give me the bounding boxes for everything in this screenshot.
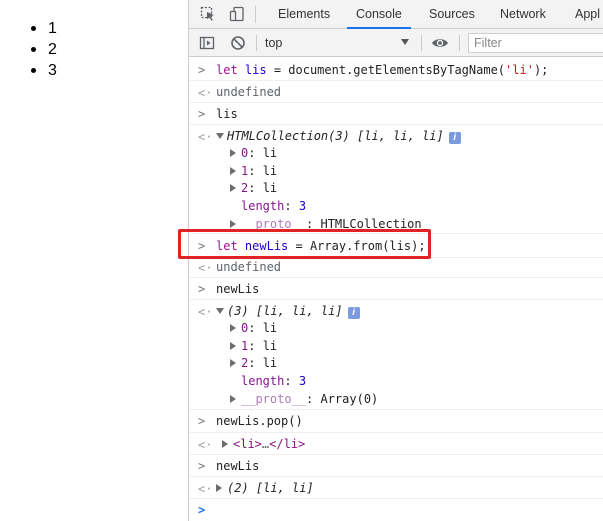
result-arrow-icon: <· bbox=[198, 438, 213, 452]
result-arrow-icon: <· bbox=[198, 261, 213, 275]
prompt-caret-icon: > bbox=[198, 503, 206, 517]
eye-icon[interactable] bbox=[431, 35, 448, 51]
result-arrow-icon: <· bbox=[198, 305, 213, 319]
tab-application[interactable]: Appl bbox=[575, 0, 600, 28]
property-row[interactable]: 2: li bbox=[189, 355, 603, 373]
console-result-line: <· (3) [li, li, li] i bbox=[189, 299, 603, 320]
prompt-chevron-icon: > bbox=[198, 63, 206, 77]
console-input-line: > lis bbox=[189, 102, 603, 124]
result-arrow-icon: <· bbox=[198, 86, 213, 100]
expand-toggle-icon[interactable] bbox=[222, 440, 228, 448]
context-selector[interactable]: top bbox=[265, 34, 415, 52]
devtools-panel: Elements Console Sources Network Appl to… bbox=[188, 0, 603, 521]
property-row[interactable]: 0: li bbox=[189, 320, 603, 337]
console-result-line: <· HTMLCollection(3) [li, li, li] i bbox=[189, 124, 603, 145]
property-row[interactable]: 2: li bbox=[189, 180, 603, 198]
toolbar-divider bbox=[459, 35, 460, 51]
result-arrow-icon: <· bbox=[198, 130, 213, 144]
expand-toggle-icon[interactable] bbox=[230, 359, 236, 367]
expand-toggle-icon[interactable] bbox=[230, 220, 236, 228]
page-list: 1 2 3 bbox=[30, 18, 57, 81]
expand-toggle-icon[interactable] bbox=[230, 342, 236, 350]
clear-console-icon[interactable] bbox=[230, 35, 246, 51]
tab-console[interactable]: Console bbox=[347, 0, 411, 29]
console-input-line: > let lis = document.getElementsByTagNam… bbox=[198, 63, 549, 77]
console-result-line: <· undefined bbox=[189, 80, 603, 102]
sidebar-toggle-icon[interactable] bbox=[199, 35, 215, 51]
list-item: 1 bbox=[30, 18, 57, 39]
inspect-element-icon[interactable] bbox=[200, 6, 216, 22]
console-result-line: <· (2) [li, li] bbox=[189, 476, 603, 498]
console-result-line: <· undefined bbox=[189, 257, 603, 277]
expand-toggle-icon[interactable] bbox=[216, 133, 224, 139]
device-toolbar-icon[interactable] bbox=[229, 6, 245, 22]
toolbar-divider bbox=[256, 35, 257, 51]
filter-input[interactable]: Filter bbox=[468, 33, 603, 53]
chevron-down-icon[interactable] bbox=[401, 39, 409, 45]
property-row[interactable]: 1: li bbox=[189, 162, 603, 180]
expand-toggle-icon[interactable] bbox=[216, 484, 222, 492]
info-icon[interactable]: i bbox=[448, 132, 461, 144]
tab-sources[interactable]: Sources bbox=[429, 0, 475, 28]
console-input-line: > newLis bbox=[189, 277, 603, 299]
prompt-chevron-icon: > bbox=[198, 459, 206, 473]
tab-network[interactable]: Network bbox=[500, 0, 546, 28]
toolbar-divider bbox=[255, 6, 256, 23]
devtools-tabbar: Elements Console Sources Network Appl bbox=[189, 0, 603, 29]
info-icon[interactable]: i bbox=[347, 307, 360, 319]
prompt-chevron-icon: > bbox=[198, 107, 206, 121]
property-row[interactable]: __proto__: Array(0) bbox=[189, 390, 603, 408]
expand-toggle-icon[interactable] bbox=[230, 184, 236, 192]
toolbar-divider bbox=[421, 35, 422, 51]
highlight-box bbox=[178, 229, 431, 259]
prompt-chevron-icon: > bbox=[198, 414, 206, 428]
console-input-line: > newLis.pop() bbox=[189, 409, 603, 432]
expand-toggle-icon[interactable] bbox=[230, 167, 236, 175]
list-item: 2 bbox=[30, 39, 57, 60]
tab-elements[interactable]: Elements bbox=[278, 0, 330, 28]
property-row[interactable]: 0: li bbox=[189, 145, 603, 162]
prompt-chevron-icon: > bbox=[198, 282, 206, 296]
expand-toggle-icon[interactable] bbox=[230, 324, 236, 332]
property-row: length: 3 bbox=[241, 199, 307, 213]
console-result-line: <· <li>…</li> bbox=[189, 432, 603, 454]
property-row: length: 3 bbox=[241, 374, 307, 388]
console-toolbar: top Filter bbox=[189, 29, 603, 57]
expand-toggle-icon[interactable] bbox=[230, 395, 236, 403]
expand-toggle-icon[interactable] bbox=[216, 308, 224, 314]
expand-toggle-icon[interactable] bbox=[230, 149, 236, 157]
console-input-line: > newLis bbox=[189, 454, 603, 476]
list-item: 3 bbox=[30, 60, 57, 81]
console-output: > let lis = document.getElementsByTagNam… bbox=[189, 57, 603, 521]
property-row[interactable]: 1: li bbox=[189, 337, 603, 355]
result-arrow-icon: <· bbox=[198, 482, 213, 496]
console-prompt[interactable]: > bbox=[189, 498, 603, 521]
